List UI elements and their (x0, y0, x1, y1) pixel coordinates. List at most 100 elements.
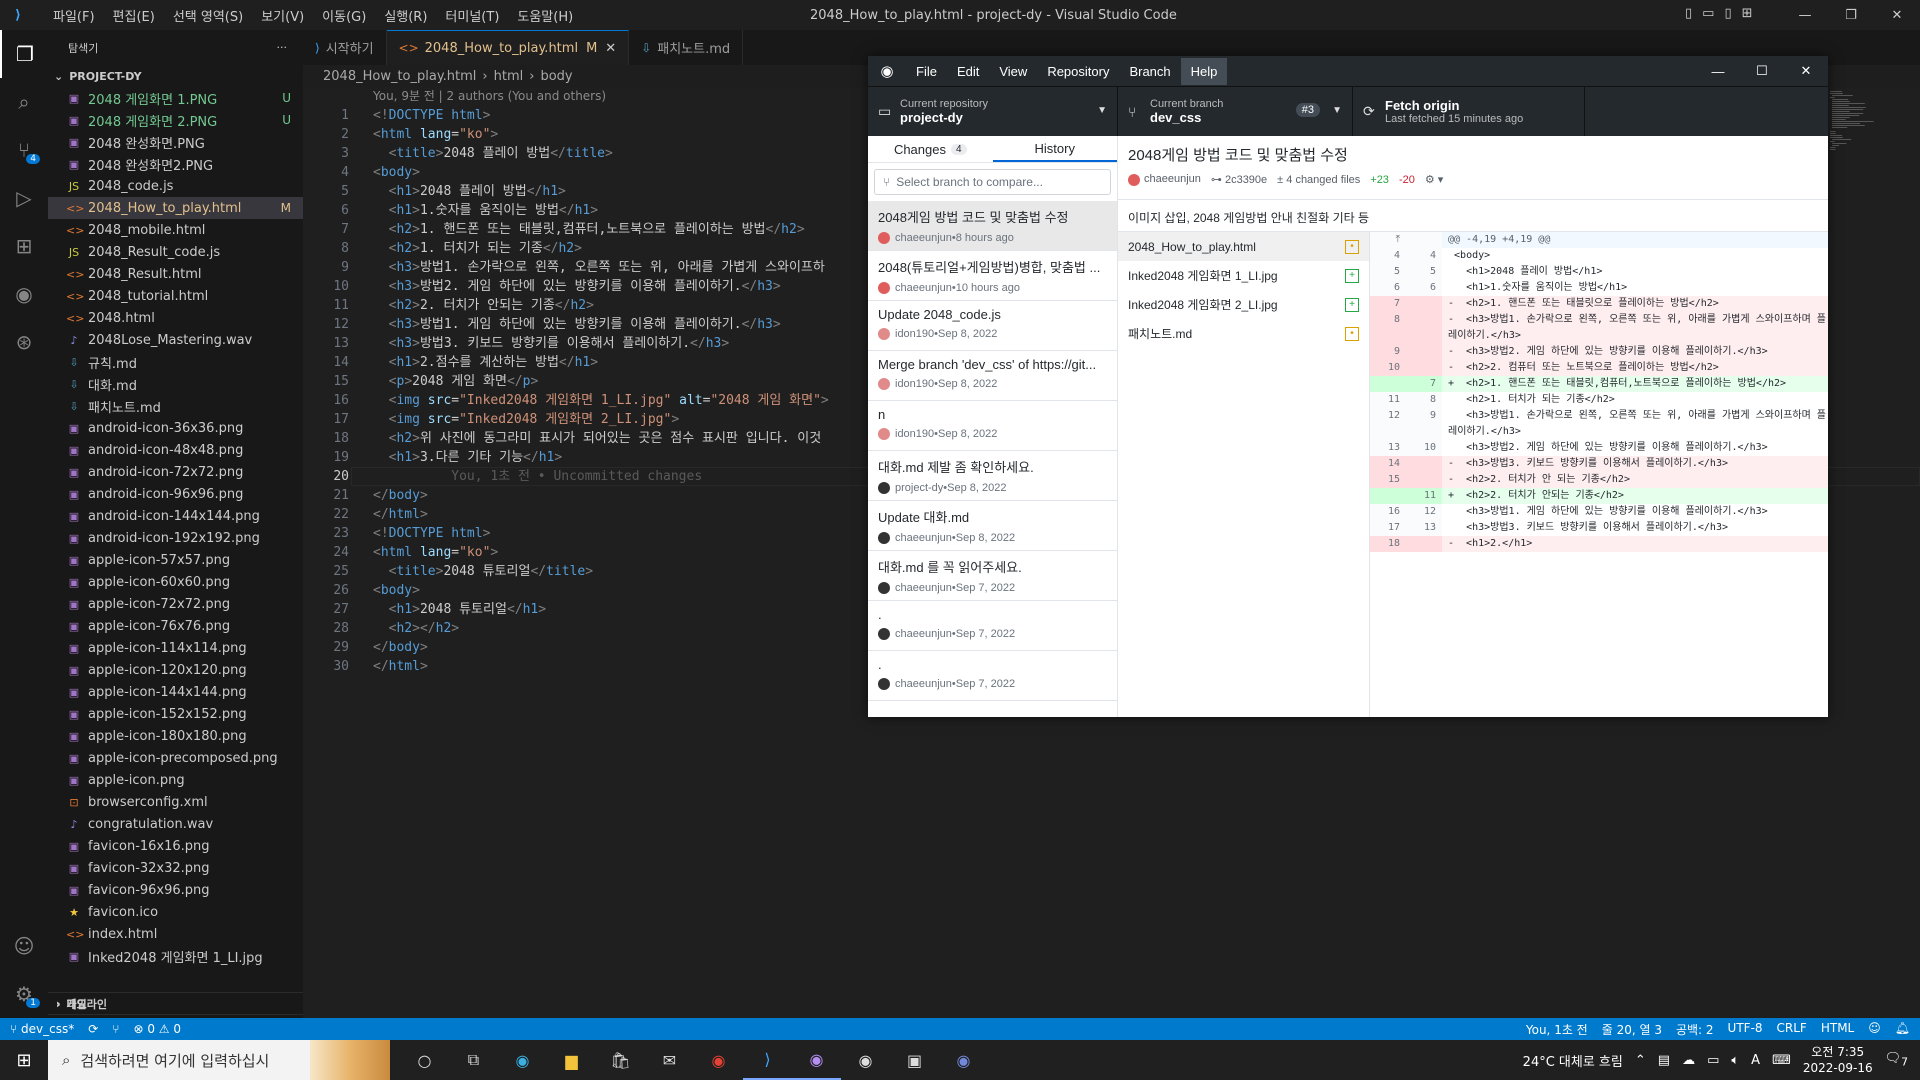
file-item[interactable]: ⊡ browserconfig.xml (48, 791, 303, 813)
ime-icon[interactable]: A (1751, 1053, 1760, 1068)
timeline-section-label[interactable]: › 타임라인 (56, 996, 107, 1012)
feedback-icon[interactable]: ☺ (1868, 1021, 1881, 1038)
gh-menu-item[interactable]: Edit (947, 64, 989, 79)
file-item[interactable]: <> 2048_Result.html (48, 263, 303, 285)
branch-compare-input[interactable]: ⑂ Select branch to compare... (874, 169, 1111, 195)
commit-item[interactable]: . chaeeunjun • Sep 7, 2022 (868, 601, 1117, 651)
clock[interactable]: 오전 7:35 2022-09-16 (1803, 1044, 1873, 1076)
sync-icon[interactable]: ⟳ (88, 1022, 98, 1036)
language-status[interactable]: HTML (1821, 1021, 1854, 1038)
file-item[interactable]: ⇩ 패치노트.md (48, 395, 303, 417)
file-item[interactable]: ▣ Inked2048 게임화면 1_LI.jpg (48, 945, 303, 967)
file-item[interactable]: JS 2048_code.js (48, 175, 303, 197)
file-item[interactable]: ▣ 2048 게임화면 2.PNG U (48, 109, 303, 131)
file-item[interactable]: ▣ apple-icon-76x76.png (48, 615, 303, 637)
file-item[interactable]: ▣ android-icon-192x192.png (48, 527, 303, 549)
gh-close-button[interactable]: ✕ (1784, 56, 1828, 86)
live-share-icon[interactable]: ⑂ (112, 1022, 119, 1036)
gh-minimize-button[interactable]: — (1696, 56, 1740, 86)
tab-close-icon[interactable]: ✕ (605, 41, 616, 56)
file-item[interactable]: JS 2048_Result_code.js (48, 241, 303, 263)
file-item[interactable]: ▣ android-icon-36x36.png (48, 417, 303, 439)
store-icon[interactable]: 🛍︎ (596, 1040, 645, 1080)
tab-history[interactable]: History (992, 136, 1117, 162)
accounts-icon[interactable]: ☺ (0, 922, 48, 970)
fetch-origin-button[interactable]: ⟳ Fetch origin Last fetched 15 minutes ag… (1353, 87, 1585, 136)
close-window-button[interactable]: ✕ (1874, 0, 1920, 30)
cortana-icon[interactable]: ○ (400, 1040, 449, 1080)
github-desktop-taskbar-icon[interactable]: ◉ (792, 1040, 841, 1080)
file-item[interactable]: ▣ favicon-32x32.png (48, 857, 303, 879)
commit-item[interactable]: . chaeeunjun • Sep 7, 2022 (868, 651, 1117, 701)
file-item[interactable]: ★ favicon.ico (48, 901, 303, 923)
file-item[interactable]: ▣ 2048 게임화면 1.PNG U (48, 87, 303, 109)
gitlens-icon[interactable]: ⊛ (0, 318, 48, 366)
discord-icon[interactable]: ◉ (939, 1040, 988, 1080)
display-icon[interactable]: ▭ (1707, 1053, 1719, 1068)
taskbar-search[interactable]: ⌕ 검색하려면 여기에 입력하십시 (48, 1040, 390, 1080)
file-item[interactable]: ▣ apple-icon-60x60.png (48, 571, 303, 593)
current-repository-button[interactable]: ▭ Current repository project-dy ▼ (868, 87, 1118, 136)
menu-item[interactable]: 보기(V) (252, 6, 313, 25)
commit-item[interactable]: Update 대화.md chaeeunjun • Sep 8, 2022 (868, 501, 1117, 551)
vscode-taskbar-icon[interactable]: ⟩ (743, 1040, 792, 1080)
menu-item[interactable]: 도움말(H) (508, 6, 582, 25)
run-debug-icon[interactable]: ▷ (0, 174, 48, 222)
gh-menu-item[interactable]: Branch (1119, 64, 1180, 79)
volume-icon[interactable]: 🔈︎ (1731, 1053, 1739, 1068)
file-item[interactable]: ▣ apple-icon-114x114.png (48, 637, 303, 659)
customize-layout-icon[interactable]: ⊞ (1742, 6, 1753, 21)
commit-item[interactable]: 대화.md 제발 좀 확인하세요. project-dy • Sep 8, 202… (868, 451, 1117, 501)
file-item[interactable]: ▣ 2048 완성화면2.PNG (48, 153, 303, 175)
gh-maximize-button[interactable]: ☐ (1740, 56, 1784, 86)
keyboard-icon[interactable]: ⌨ (1772, 1053, 1791, 1068)
file-item[interactable]: <> 2048_mobile.html (48, 219, 303, 241)
manage-gear-icon[interactable]: ⚙ 1 (0, 970, 48, 1018)
file-item[interactable]: ▣ apple-icon-72x72.png (48, 593, 303, 615)
file-item[interactable]: ⇩ 대화.md (48, 373, 303, 395)
menu-item[interactable]: 선택 영역(S) (164, 6, 252, 25)
menu-item[interactable]: 이동(G) (313, 6, 375, 25)
search-icon[interactable]: ⌕ (0, 78, 48, 126)
chrome-icon[interactable]: ◉ (694, 1040, 743, 1080)
file-item[interactable]: ▣ 2048 완성화면.PNG (48, 131, 303, 153)
tab-changes[interactable]: Changes 4 (868, 136, 993, 162)
problems-status[interactable]: ⊗ 0 ⚠ 0 (133, 1022, 181, 1036)
cloud-icon[interactable]: ☁ (1682, 1053, 1695, 1068)
photos-icon[interactable]: ▣ (890, 1040, 939, 1080)
minimize-button[interactable]: — (1782, 0, 1828, 30)
chevron-up-icon[interactable]: ⌃ (1635, 1053, 1646, 1068)
changed-file-item[interactable]: 2048_How_to_play.html • (1118, 232, 1369, 261)
project-folder-header[interactable]: ⌄ PROJECT-DY (48, 65, 303, 87)
editor-tab[interactable]: ⇩ 패치노트.md (629, 30, 744, 65)
file-item[interactable]: ▣ favicon-96x96.png (48, 879, 303, 901)
menu-item[interactable]: 실행(R) (375, 6, 436, 25)
file-item[interactable]: ♪ congratulation.wav (48, 813, 303, 835)
commit-sha[interactable]: ⊶ 2c3390e (1211, 173, 1267, 186)
breadcrumb-item[interactable]: body (540, 69, 572, 84)
file-item[interactable]: <> 2048_tutorial.html (48, 285, 303, 307)
menu-item[interactable]: 터미널(T) (436, 6, 508, 25)
network-icon[interactable]: ▤ (1658, 1053, 1670, 1068)
commit-item[interactable]: 2048(튜토리얼+게임방법)병합, 맞춤법 ... chaeeunjun • 1… (868, 251, 1117, 301)
current-branch-button[interactable]: ⑂ Current branch dev_css #3 ▼ (1118, 87, 1353, 136)
github-icon[interactable]: ◉ (0, 270, 48, 318)
changed-file-item[interactable]: Inked2048 게임화면 1_LI.jpg + (1118, 261, 1369, 290)
file-item[interactable]: ▣ apple-icon-144x144.png (48, 681, 303, 703)
commit-item[interactable]: 대화.md 를 꼭 읽어주세요. chaeeunjun • Sep 7, 2022 (868, 551, 1117, 601)
file-item[interactable]: ▣ apple-icon-120x120.png (48, 659, 303, 681)
cursor-position[interactable]: 줄 20, 열 3 (1602, 1021, 1662, 1038)
windows-start-icon[interactable]: ⊞ (0, 1040, 48, 1080)
file-item[interactable]: ▣ apple-icon-57x57.png (48, 549, 303, 571)
file-item[interactable]: <> 2048.html (48, 307, 303, 329)
more-actions-icon[interactable]: ··· (277, 41, 288, 54)
commit-item[interactable]: Merge branch 'dev_css' of https://git...… (868, 351, 1117, 401)
file-item[interactable]: ▣ android-icon-48x48.png (48, 439, 303, 461)
commit-item[interactable]: Update 2048_code.js idon190 • Sep 8, 2022 (868, 301, 1117, 351)
notification-center-icon[interactable]: 🗨︎7 (1885, 1051, 1908, 1069)
commit-item[interactable]: 2048게임 방법 코드 및 맞춤법 수정 chaeeunjun • 8 hour… (868, 201, 1117, 251)
gh-menu-item[interactable]: File (906, 64, 947, 79)
file-item[interactable]: ▣ android-icon-96x96.png (48, 483, 303, 505)
toggle-secondary-sidebar-icon[interactable]: ▯ (1724, 6, 1731, 21)
file-explorer-icon[interactable]: ▆ (547, 1040, 596, 1080)
